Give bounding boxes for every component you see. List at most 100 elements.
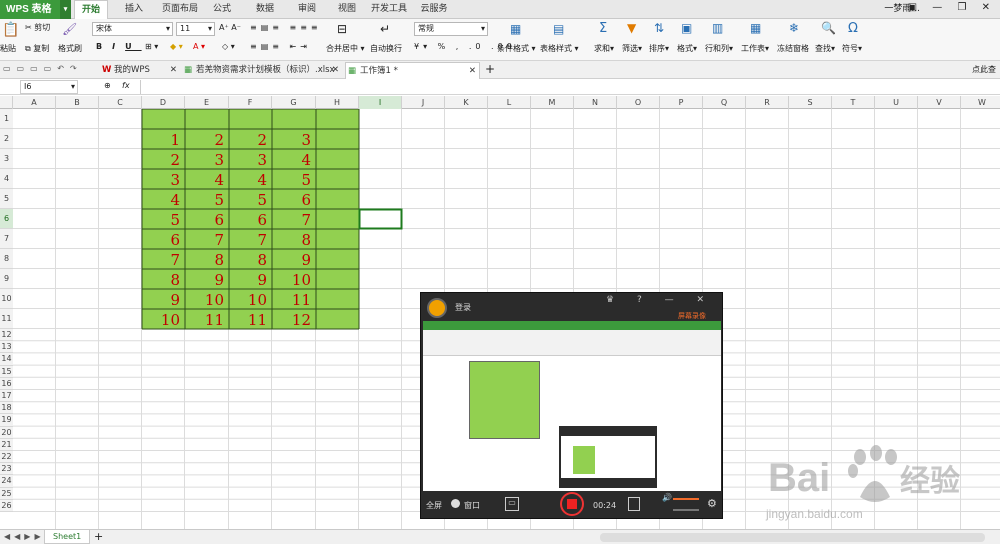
app-menu-button[interactable]: WPS 表格 ▾ — [0, 0, 71, 19]
window-controls[interactable]: ▣ — ❐ ✕ — [908, 2, 996, 13]
paste-label[interactable]: 粘贴 — [0, 43, 16, 54]
col-header-P[interactable]: P — [660, 96, 703, 109]
row-col-button[interactable]: 行和列▾ — [705, 43, 733, 54]
col-header-F[interactable]: F — [229, 96, 272, 109]
doc-tab-template[interactable]: ▦ 若羌物资需求计划模板（标识）.xlsx ✕ — [182, 62, 342, 79]
tab-2[interactable]: 页面布局 — [157, 0, 203, 19]
row-header-18[interactable]: 18 — [0, 402, 13, 415]
row-header-4[interactable]: 4 — [0, 169, 13, 189]
row-header-6[interactable]: 6 — [0, 209, 13, 229]
sheet-tab-sheet1[interactable]: Sheet1 — [44, 530, 91, 544]
row-header-10[interactable]: 10 — [0, 289, 13, 309]
row-header-3[interactable]: 3 — [0, 149, 13, 169]
font-color-button[interactable]: A ▾ — [193, 42, 205, 51]
screenshot-icon[interactable] — [628, 497, 640, 511]
col-header-S[interactable]: S — [789, 96, 832, 109]
col-header-C[interactable]: C — [99, 96, 142, 109]
row-header-13[interactable]: 13 — [0, 341, 13, 354]
row-header-2[interactable]: 2 — [0, 129, 13, 149]
folder-icon[interactable]: ▭ — [505, 497, 519, 511]
col-header-N[interactable]: N — [574, 96, 617, 109]
doc-tab-workbook1[interactable]: ▦ 工作簿1 * ✕ — [345, 62, 480, 79]
col-header-J[interactable]: J — [402, 96, 445, 109]
mic-slider[interactable] — [673, 509, 699, 511]
radio-window[interactable] — [451, 499, 460, 508]
row-header-17[interactable]: 17 — [0, 390, 13, 403]
row-header-26[interactable]: 26 — [0, 499, 13, 512]
col-header-W[interactable]: W — [961, 96, 1000, 109]
row-header-25[interactable]: 25 — [0, 487, 13, 500]
align-buttons[interactable]: ≡▤≡ ≡≡≡ — [250, 23, 322, 32]
font-grow-button[interactable]: A⁺ A⁻ — [219, 23, 241, 32]
tab-6[interactable]: 视图 — [330, 0, 364, 19]
row-header-7[interactable]: 7 — [0, 229, 13, 249]
fill-color-button[interactable]: ◆ ▾ — [170, 42, 183, 51]
col-header-G[interactable]: G — [272, 96, 316, 109]
row-header-8[interactable]: 8 — [0, 249, 13, 269]
col-header-U[interactable]: U — [875, 96, 918, 109]
format-button[interactable]: 格式▾ — [677, 43, 697, 54]
volume-slider[interactable] — [673, 498, 699, 500]
col-header-B[interactable]: B — [56, 96, 99, 109]
col-header-D[interactable]: D — [142, 96, 185, 109]
worksheet-button[interactable]: 工作表▾ — [741, 43, 769, 54]
merge-center-button[interactable]: 合并居中 ▾ — [326, 43, 365, 54]
sheet-nav-buttons[interactable]: ◀◀▶▶ — [4, 532, 45, 541]
col-header-K[interactable]: K — [445, 96, 488, 109]
row-header-9[interactable]: 9 — [0, 269, 13, 289]
row-header-21[interactable]: 21 — [0, 438, 13, 451]
filter-button[interactable]: 筛选▾ — [622, 43, 642, 54]
table-style-button[interactable]: 表格样式 ▾ — [540, 43, 579, 54]
doc-tab-mywps[interactable]: W 我的WPS ✕ — [100, 62, 180, 79]
col-header-A[interactable]: A — [13, 96, 56, 109]
volume-icon[interactable]: 🔊 — [662, 493, 672, 502]
quick-access-toolbar[interactable]: ▭▭▭▭↶↷ — [3, 64, 83, 73]
indent-buttons[interactable]: ≡▤≡ ⇤⇥ — [250, 42, 311, 51]
gear-icon[interactable]: ⚙ — [707, 497, 717, 510]
fullscreen-option[interactable]: 全屏 — [426, 500, 442, 511]
tab-1[interactable]: 插入 — [116, 0, 152, 19]
col-header-T[interactable]: T — [832, 96, 875, 109]
select-all-corner[interactable] — [0, 96, 13, 109]
font-size-select[interactable]: 11 ▾ — [176, 22, 215, 36]
screen-recorder-window[interactable]: 登录 ♛ ? — ✕ 屏幕录像 全屏 窗口 ▭ 00:24 🔊 ⚙ — [420, 292, 723, 519]
tab-5[interactable]: 审阅 — [290, 0, 324, 19]
copy-button[interactable]: ⧉ 复制 — [25, 43, 49, 54]
row-header-22[interactable]: 22 — [0, 451, 13, 464]
formula-input[interactable] — [140, 80, 998, 94]
name-box[interactable]: I6 ▾ — [20, 80, 78, 94]
row-header-11[interactable]: 11 — [0, 309, 13, 329]
tab-0[interactable]: 开始 — [74, 0, 108, 19]
border-button[interactable]: ⊞ ▾ — [145, 42, 158, 51]
row-header-20[interactable]: 20 — [0, 426, 13, 439]
col-header-O[interactable]: O — [617, 96, 660, 109]
sort-button[interactable]: 排序▾ — [649, 43, 669, 54]
format-painter-button[interactable]: 格式刷 — [58, 43, 82, 54]
tab-3[interactable]: 公式 — [206, 0, 238, 19]
col-header-Q[interactable]: Q — [703, 96, 746, 109]
wrap-text-button[interactable]: 自动换行 — [370, 43, 402, 54]
row-header-15[interactable]: 15 — [0, 365, 13, 378]
row-header-23[interactable]: 23 — [0, 463, 13, 476]
cut-button[interactable]: ✂ 剪切 — [25, 22, 50, 33]
tab-8[interactable]: 云服务 — [416, 0, 452, 19]
recorder-window-controls[interactable]: ♛ ? — ✕ — [606, 295, 714, 305]
row-header-19[interactable]: 19 — [0, 414, 13, 427]
col-header-L[interactable]: L — [488, 96, 531, 109]
col-header-H[interactable]: H — [316, 96, 359, 109]
freeze-button[interactable]: 冻结窗格 — [777, 43, 809, 54]
help-search-link[interactable]: 点此查 — [972, 64, 996, 75]
tab-4[interactable]: 数据 — [248, 0, 282, 19]
find-button[interactable]: 查找▾ — [815, 43, 835, 54]
conditional-format-button[interactable]: 条件格式 ▾ — [497, 43, 536, 54]
col-header-E[interactable]: E — [185, 96, 229, 109]
col-header-I[interactable]: I — [359, 96, 402, 109]
col-header-V[interactable]: V — [918, 96, 961, 109]
tab-7[interactable]: 开发工具 — [366, 0, 412, 19]
row-header-14[interactable]: 14 — [0, 353, 13, 366]
fx-button[interactable]: fx — [122, 81, 130, 90]
horizontal-scrollbar[interactable] — [600, 533, 985, 542]
recorder-login[interactable]: 登录 — [455, 302, 471, 313]
row-header-12[interactable]: 12 — [0, 329, 13, 342]
col-header-R[interactable]: R — [746, 96, 789, 109]
